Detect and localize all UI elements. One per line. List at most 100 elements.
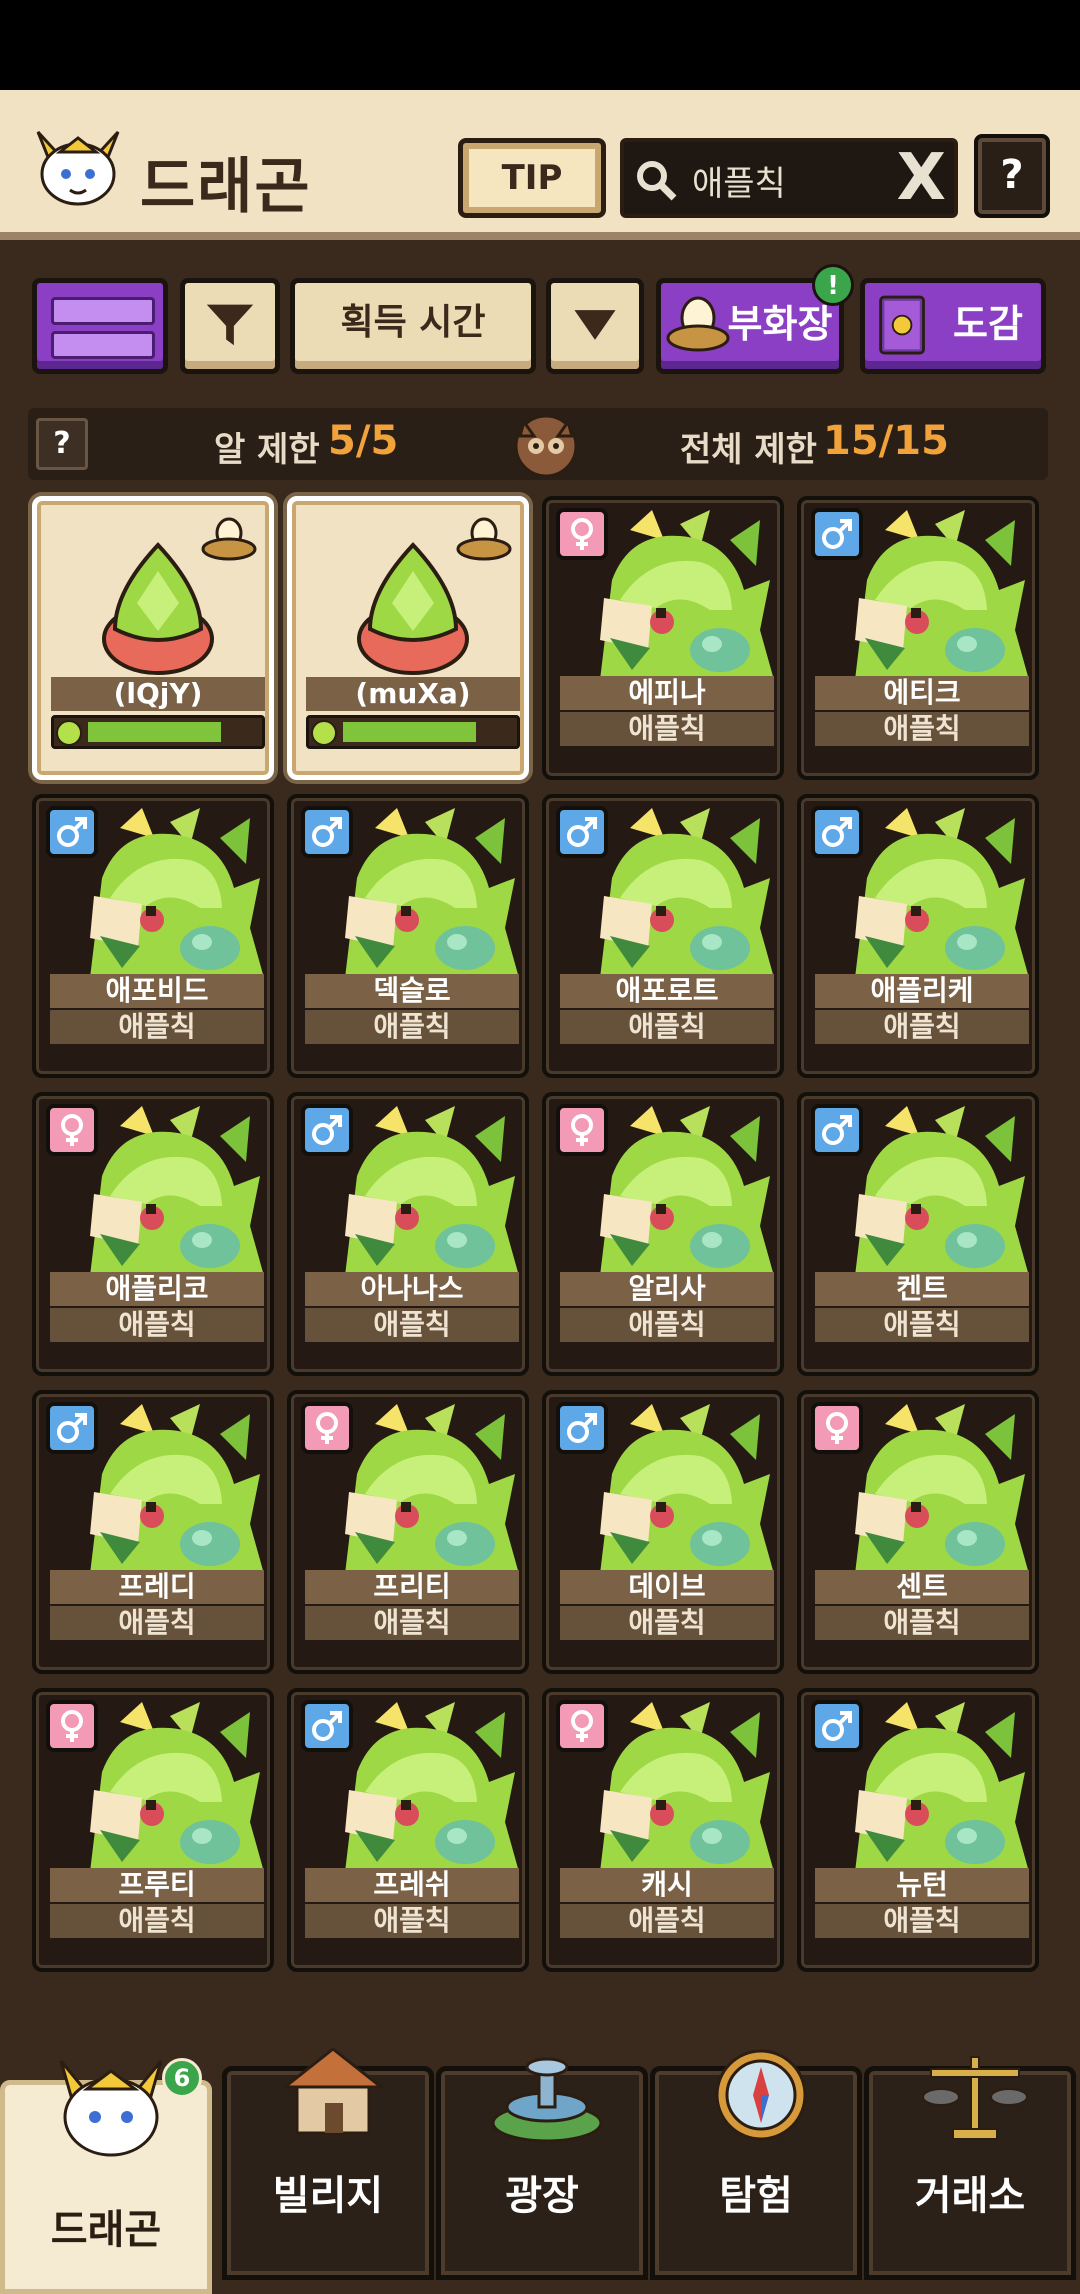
total-limit-label: 전체 제한 (680, 430, 817, 470)
tab-village[interactable]: 빌리지 (222, 2047, 434, 2280)
female-badge (811, 1402, 863, 1454)
dragon-card[interactable]: 프리티 애플칙 (287, 1390, 529, 1674)
male-symbol-icon (57, 817, 87, 847)
scale-icon (922, 2056, 1028, 2140)
hatch-progress-bar (306, 715, 520, 749)
tab-exchange[interactable]: 거래소 (864, 2056, 1076, 2280)
dragon-card[interactable]: 애플리코 애플칙 (32, 1092, 274, 1376)
male-badge (811, 1700, 863, 1752)
dragon-card[interactable]: 애포로트 애플칙 (542, 794, 784, 1078)
clear-search-button[interactable]: X (897, 146, 946, 210)
egg-name: (lQjY) (51, 677, 265, 711)
male-badge (301, 1104, 353, 1156)
filter-button[interactable] (180, 278, 280, 374)
dragon-name: 뉴턴 (815, 1868, 1029, 1902)
male-symbol-icon (312, 1711, 342, 1741)
dragon-card[interactable]: 에티크 애플칙 (797, 496, 1039, 780)
help-button[interactable]: ? (974, 134, 1050, 218)
dragon-species: 애플칙 (560, 712, 774, 746)
female-badge (556, 1700, 608, 1752)
male-badge (46, 1402, 98, 1454)
search-value: 애플칙 (692, 164, 786, 204)
dragon-name: 프루티 (50, 1868, 264, 1902)
dex-button[interactable]: 도감 (860, 278, 1046, 374)
dragon-species: 애플칙 (305, 1904, 519, 1938)
dragon-card[interactable]: 애플리케 애플칙 (797, 794, 1039, 1078)
dragon-species: 애플칙 (50, 1010, 264, 1044)
dragon-name: 프레디 (50, 1570, 264, 1604)
dragon-card[interactable]: 캐시 애플칙 (542, 1688, 784, 1972)
male-badge (556, 806, 608, 858)
dragon-name: 애플리케 (815, 974, 1029, 1008)
hatch-progress-bar (51, 715, 265, 749)
tab-dragon[interactable]: 드래곤 (0, 2060, 212, 2294)
dex-label: 도감 (953, 302, 1023, 346)
sort-direction-button[interactable] (546, 278, 644, 374)
female-symbol-icon (571, 1710, 593, 1742)
female-badge (301, 1402, 353, 1454)
compass-icon (715, 2049, 807, 2141)
dragon-name: 데이브 (560, 1570, 774, 1604)
notification-badge: 6 (162, 2058, 202, 2098)
dragon-card[interactable]: 센트 애플칙 (797, 1390, 1039, 1674)
dragon-name: 애포로트 (560, 974, 774, 1008)
filter-icon (206, 304, 254, 346)
egg-name: (muXa) (306, 677, 520, 711)
tab-plaza[interactable]: 광장 (436, 2057, 648, 2280)
female-symbol-icon (571, 518, 593, 550)
egg-limit-value: 5/5 (328, 418, 399, 464)
dragon-species: 애플칙 (560, 1010, 774, 1044)
limit-bar: ? 알 제한 5/5 전체 제한 15/15 (28, 408, 1048, 480)
tab-label: 드래곤 (50, 2207, 162, 2253)
tip-button[interactable]: TIP (458, 138, 606, 218)
dragon-card[interactable]: 데이브 애플칙 (542, 1390, 784, 1674)
search-input[interactable]: 애플칙 X (620, 138, 958, 218)
tab-explore[interactable]: 탐험 (650, 2049, 862, 2280)
total-limit-value: 15/15 (823, 418, 949, 464)
male-badge (46, 806, 98, 858)
fountain-icon (491, 2057, 603, 2143)
triangle-down-icon (574, 310, 616, 340)
view-toggle-button[interactable] (32, 278, 168, 374)
male-symbol-icon (822, 1711, 852, 1741)
dragon-species: 애플칙 (50, 1606, 264, 1640)
dragon-card[interactable]: 프루티 애플칙 (32, 1688, 274, 1972)
dragon-species: 애플칙 (815, 712, 1029, 746)
dragon-name: 애플리코 (50, 1272, 264, 1306)
egg-card[interactable]: (muXa) (287, 496, 529, 780)
dragon-card[interactable]: 아나나스 애플칙 (287, 1092, 529, 1376)
female-badge (46, 1104, 98, 1156)
owl-mascot-icon (514, 414, 578, 478)
female-badge (46, 1700, 98, 1752)
female-symbol-icon (316, 1412, 338, 1444)
dragon-icon (59, 2060, 163, 2157)
dragon-species: 애플칙 (50, 1308, 264, 1342)
male-symbol-icon (822, 1115, 852, 1145)
dragon-card[interactable]: 애포비드 애플칙 (32, 794, 274, 1078)
dragon-card[interactable]: 프레쉬 애플칙 (287, 1688, 529, 1972)
dragon-card[interactable]: 뉴턴 애플칙 (797, 1688, 1039, 1972)
dragon-card[interactable]: 프레디 애플칙 (32, 1390, 274, 1674)
dragon-species: 애플칙 (305, 1010, 519, 1044)
dragon-card[interactable]: 에피나 애플칙 (542, 496, 784, 780)
tab-label: 빌리지 (272, 2173, 384, 2219)
dragon-card[interactable]: 덱슬로 애플칙 (287, 794, 529, 1078)
dragon-name: 에피나 (560, 676, 774, 710)
male-symbol-icon (312, 1115, 342, 1145)
dragon-card[interactable]: 켄트 애플칙 (797, 1092, 1039, 1376)
male-badge (556, 1402, 608, 1454)
status-bar (0, 0, 1080, 90)
male-badge (811, 1104, 863, 1156)
nest-icon (201, 517, 257, 561)
egg-card[interactable]: (lQjY) (32, 496, 274, 780)
female-symbol-icon (61, 1710, 83, 1742)
dragon-card[interactable]: 알리사 애플칙 (542, 1092, 784, 1376)
header: 드래곤 TIP 애플칙 X ? (0, 90, 1080, 240)
dragon-name: 덱슬로 (305, 974, 519, 1008)
nest-icon (456, 517, 512, 561)
limit-help-button[interactable]: ? (36, 418, 88, 470)
egg-limit-label: 알 제한 (214, 430, 320, 470)
dragon-species: 애플칙 (305, 1606, 519, 1640)
dragon-species: 애플칙 (560, 1606, 774, 1640)
sort-button[interactable]: 획득 시간 (290, 278, 536, 374)
